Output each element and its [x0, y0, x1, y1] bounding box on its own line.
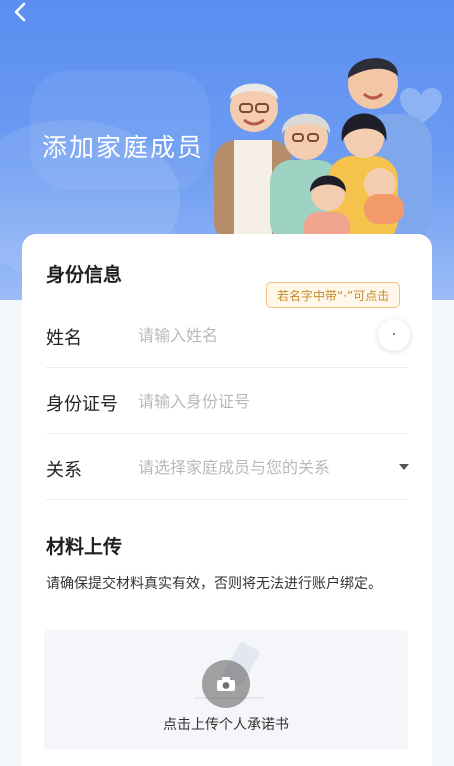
relation-label: 关系 — [46, 460, 82, 481]
insert-dot-button[interactable]: · — [378, 319, 410, 351]
id-number-row: 身份证号 — [46, 368, 408, 434]
family-illustration — [214, 58, 432, 244]
upload-label: 点击上传个人承诺书 — [163, 717, 289, 733]
name-label: 姓名 — [46, 328, 82, 349]
relation-select[interactable] — [138, 452, 388, 482]
name-input[interactable] — [138, 320, 368, 350]
section-title-materials: 材料上传 — [46, 536, 123, 558]
relation-row[interactable]: 关系 — [46, 434, 410, 500]
id-number-label: 身份证号 — [46, 394, 118, 415]
name-row: 姓名 · — [46, 302, 410, 368]
upload-commitment-button[interactable]: 点击上传个人承诺书 — [44, 630, 408, 750]
materials-notice: 请确保提交材料真实有效，否则将无法进行账户绑定。 — [46, 576, 382, 592]
section-title-identity: 身份信息 — [46, 264, 123, 286]
id-number-input[interactable] — [138, 386, 368, 416]
camera-icon — [202, 660, 250, 708]
back-button[interactable] — [6, 0, 34, 24]
form-card: 身份信息 若名字中带“·”可点击 姓名 · 身份证号 关系 材料上传 请确保提交… — [22, 234, 432, 766]
caret-down-icon[interactable] — [398, 462, 410, 472]
page-title: 添加家庭成员 — [42, 133, 205, 162]
chevron-left-icon — [14, 2, 26, 22]
